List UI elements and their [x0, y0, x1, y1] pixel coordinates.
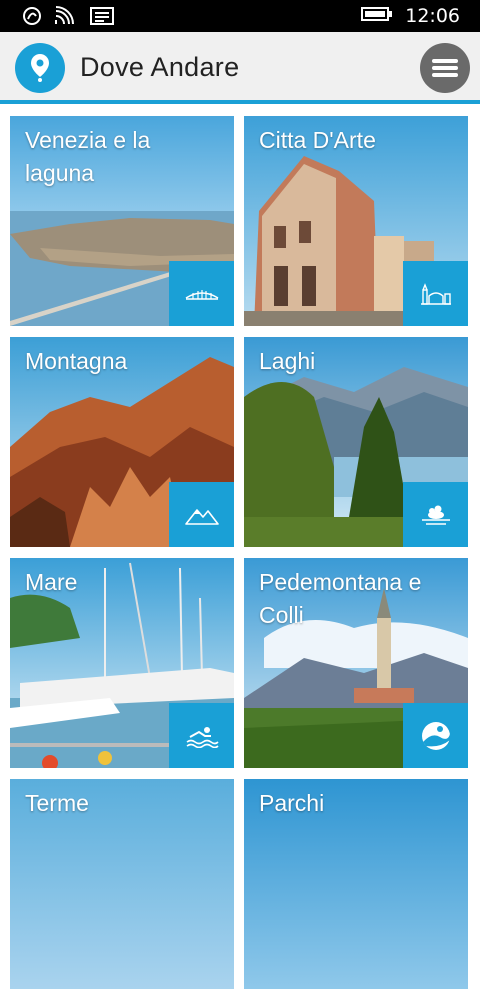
hamburger-menu-button[interactable] [420, 43, 470, 93]
badge [403, 703, 468, 768]
mountain-icon [184, 508, 219, 525]
tile-label: Parchi [259, 790, 325, 816]
swimmer-icon [186, 726, 219, 748]
badge [403, 482, 468, 547]
clock-time: 12:06 [405, 5, 460, 27]
tile-parchi[interactable]: Parchi [244, 779, 468, 989]
tile-terme[interactable]: Terme [10, 779, 234, 989]
tile-citta-arte[interactable]: Citta D'Arte [244, 116, 468, 326]
tile-pedemontana[interactable]: Pedemontana e Colli [244, 558, 468, 768]
status-bar: 12:06 [0, 0, 480, 32]
tile-mare[interactable]: Mare [10, 558, 234, 768]
battery-icon [361, 6, 393, 27]
tile-label: Terme [25, 790, 89, 816]
location-pin-icon [15, 43, 65, 93]
tile-venezia[interactable]: Venezia e la laguna [10, 116, 234, 326]
hills-icon [421, 721, 450, 750]
tile-laghi[interactable]: Laghi [244, 337, 468, 547]
tile-label: Laghi [259, 348, 316, 374]
city-icon [420, 282, 451, 305]
tile-label: Citta D'Arte [259, 127, 376, 153]
badge [403, 261, 468, 326]
tile-label: Venezia e la laguna [25, 127, 151, 186]
page-title: Dove Andare [80, 52, 240, 82]
app-header: Dove Andare [0, 32, 480, 104]
bridge-icon [185, 289, 218, 300]
wifi-icon [54, 6, 78, 31]
lake-island-icon [421, 505, 450, 525]
nfc-icon [22, 6, 42, 31]
tile-label: Mare [25, 569, 78, 595]
tile-label: Montagna [25, 348, 128, 374]
tile-montagna[interactable]: Montagna [10, 337, 234, 547]
badge [169, 482, 234, 547]
badge [169, 703, 234, 768]
hamburger-menu-icon [432, 59, 458, 77]
tile-label: Pedemontana e Colli [259, 569, 422, 628]
badge [169, 261, 234, 326]
message-icon [90, 7, 114, 30]
